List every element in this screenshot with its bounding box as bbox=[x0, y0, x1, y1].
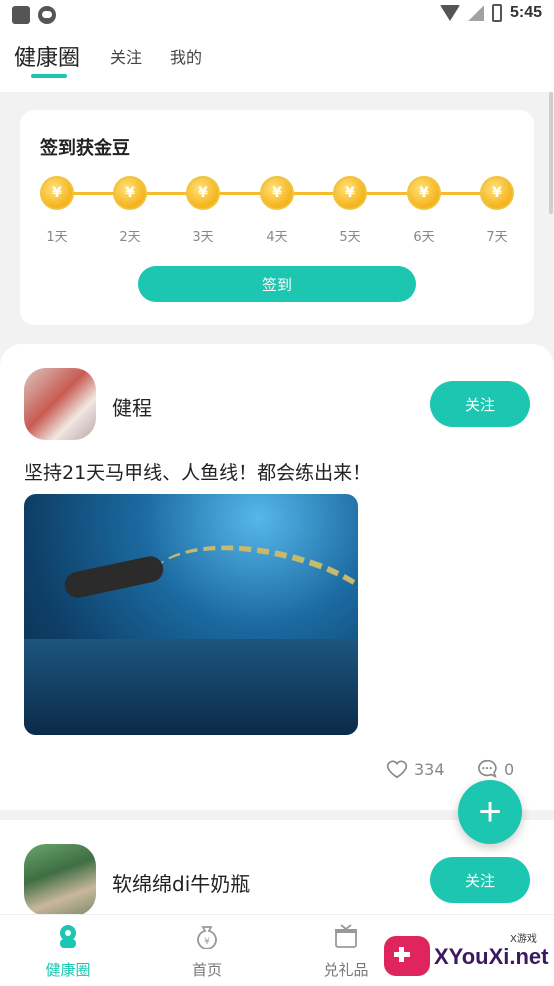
heart-icon bbox=[386, 760, 408, 779]
watermark-text: XYouXi.net bbox=[434, 944, 549, 969]
cloud-notification-icon bbox=[38, 6, 56, 24]
post-text: 坚持21天马甲线、人鱼线！都会练出来！ bbox=[24, 462, 372, 484]
day-label: 6天 bbox=[413, 230, 435, 245]
avatar[interactable] bbox=[24, 844, 96, 914]
gift-icon bbox=[335, 924, 357, 948]
comment-count: 0 bbox=[504, 759, 515, 779]
checkin-card: 签到获金豆 ¥ ¥ ¥ ¥ ¥ ¥ ¥ 1天 2天 3天 4天 5天 6天 7天… bbox=[20, 110, 534, 325]
coin-icon: ¥ bbox=[480, 176, 514, 210]
wifi-icon bbox=[439, 5, 460, 21]
nav-health-circle[interactable]: 健康圈 bbox=[18, 923, 118, 980]
tab-mine[interactable]: 我的 bbox=[170, 44, 202, 68]
signal-icon bbox=[467, 5, 484, 21]
day-label: 7天 bbox=[486, 230, 508, 245]
day-label: 4天 bbox=[266, 230, 288, 245]
svg-text:¥: ¥ bbox=[204, 937, 210, 947]
like-count: 334 bbox=[414, 759, 445, 779]
comment-icon bbox=[478, 759, 497, 778]
add-post-button[interactable]: + bbox=[458, 780, 522, 844]
app-notification-icon bbox=[12, 6, 30, 24]
watermark: XYouXi.net X游戏 bbox=[384, 930, 550, 982]
scrollbar[interactable] bbox=[549, 92, 553, 214]
coin-icon: ¥ bbox=[260, 176, 294, 210]
follow-button[interactable]: 关注 bbox=[430, 857, 530, 903]
tab-health-circle[interactable]: 健康圈 bbox=[14, 40, 80, 72]
day-label: 1天 bbox=[46, 230, 68, 245]
nav-label: 首页 bbox=[191, 961, 222, 979]
watermark-small-text: X游戏 bbox=[510, 934, 537, 945]
like-stat[interactable]: 334 bbox=[386, 758, 445, 780]
tab-following[interactable]: 关注 bbox=[110, 44, 142, 68]
coin-icon: ¥ bbox=[113, 176, 147, 210]
status-bar: 5:45 bbox=[0, 0, 554, 30]
coin-icon: ¥ bbox=[407, 176, 441, 210]
health-circle-icon bbox=[60, 925, 76, 948]
nav-label: 兑礼品 bbox=[323, 961, 369, 979]
comment-stat[interactable]: 0 bbox=[476, 758, 514, 780]
nav-gifts[interactable]: 兑礼品 bbox=[296, 923, 396, 980]
day-label: 2天 bbox=[119, 230, 141, 245]
battery-icon bbox=[491, 4, 502, 22]
post-username[interactable]: 健程 bbox=[112, 392, 152, 421]
nav-home[interactable]: ¥ 首页 bbox=[157, 923, 257, 980]
checkin-button[interactable]: 签到 bbox=[138, 266, 416, 302]
coin-icon: ¥ bbox=[186, 176, 220, 210]
coin-icon: ¥ bbox=[333, 176, 367, 210]
coin-icon: ¥ bbox=[40, 176, 74, 210]
avatar[interactable] bbox=[24, 368, 96, 440]
nav-label: 健康圈 bbox=[45, 961, 91, 979]
post-username[interactable]: 软绵绵di牛奶瓶 bbox=[112, 868, 250, 897]
status-time: 5:45 bbox=[509, 4, 542, 21]
top-tab-bar: 健康圈 关注 我的 bbox=[0, 30, 554, 92]
post-image[interactable] bbox=[24, 494, 358, 735]
day-label: 5天 bbox=[339, 230, 361, 245]
day-label: 3天 bbox=[192, 230, 214, 245]
checkin-title: 签到获金豆 bbox=[40, 138, 130, 159]
gamepad-icon bbox=[384, 936, 430, 976]
money-bag-icon: ¥ bbox=[197, 926, 217, 950]
active-tab-indicator bbox=[31, 74, 67, 78]
follow-button[interactable]: 关注 bbox=[430, 381, 530, 427]
